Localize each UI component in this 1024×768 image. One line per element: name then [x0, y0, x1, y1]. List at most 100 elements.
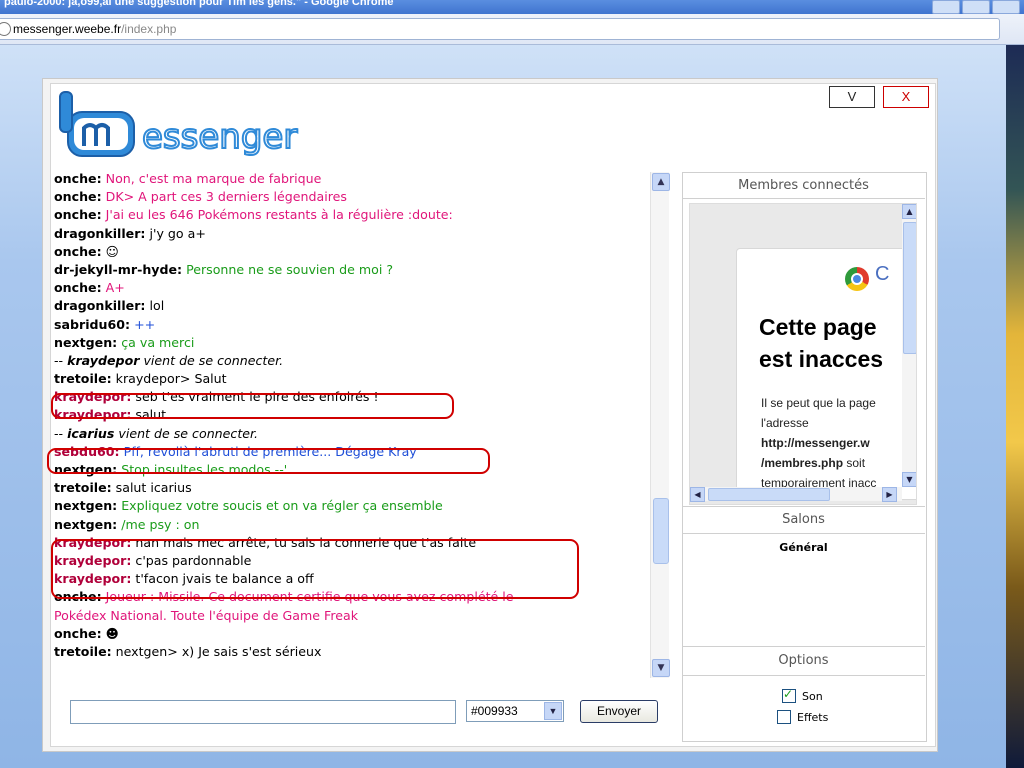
chat-message: nextgen: /me psy : on: [54, 516, 650, 534]
embedded-error-page: C Cette page est inacces Il se peut que …: [736, 248, 916, 500]
chat-text: ☻: [101, 625, 119, 641]
chat-nickname: onche:: [54, 189, 102, 205]
chat-nickname: nextgen:: [54, 516, 118, 532]
maximize-button[interactable]: [962, 0, 990, 14]
members-vscrollbar[interactable]: ▲ ▼: [902, 204, 916, 487]
effets-checkbox[interactable]: [777, 710, 791, 724]
chat-text: j'y go a+: [145, 225, 206, 241]
chat-message: Pokédex National. Toute l'équipe de Game…: [54, 607, 650, 625]
chat-nickname: tretoile:: [54, 480, 112, 496]
divider: [682, 198, 925, 199]
chat-text: lol: [145, 298, 165, 314]
minimize-button[interactable]: [932, 0, 960, 14]
option-effets[interactable]: Effets: [777, 710, 829, 725]
chat-message: onche: Non, c'est ma marque de fabrique: [54, 172, 650, 188]
son-checkbox[interactable]: [782, 687, 796, 703]
highlight-circle: [47, 448, 490, 474]
chat-system-user: kraydepor: [67, 352, 140, 368]
chat-message: tretoile: kraydepor> Salut: [54, 370, 650, 388]
error-body-line: l'adresse: [761, 416, 809, 430]
highlight-circle: [51, 539, 579, 599]
chat-message: onche: A+: [54, 279, 650, 297]
chat-log: onche: Non, c'est ma marque de fabrique o…: [54, 172, 650, 678]
chat-nickname: onche:: [54, 172, 102, 186]
chat-nickname: onche:: [54, 207, 102, 223]
chrome-brand-text: C: [875, 263, 890, 285]
url-path: /index.php: [121, 22, 177, 36]
error-body-line: soit: [843, 456, 866, 470]
chat-system-user: icarius: [67, 425, 115, 441]
chat-text: ++: [130, 316, 156, 332]
chat-message: onche: DK> A part ces 3 derniers légenda…: [54, 188, 650, 206]
page-info-icon[interactable]: [0, 21, 11, 36]
option-son[interactable]: Son: [782, 687, 823, 704]
chat-message: -- icarius vient de se connecter.: [54, 425, 259, 441]
salons-header: Salons: [782, 512, 825, 527]
chat-nickname: nextgen:: [54, 498, 118, 514]
message-input[interactable]: [70, 700, 456, 724]
minimize-messenger-button[interactable]: V: [829, 86, 875, 108]
chat-message: onche: ☻: [54, 625, 650, 643]
color-select-value: #009933: [471, 704, 518, 718]
chat-text: DK> A part ces 3 derniers légendaires: [101, 189, 347, 205]
chat-message: dragonkiller: j'y go a+: [54, 225, 650, 243]
scroll-right-arrow-icon[interactable]: ▶: [882, 487, 897, 502]
url-host: messenger.weebe.fr: [13, 22, 122, 36]
chat-nickname: onche:: [54, 625, 102, 641]
scroll-left-arrow-icon[interactable]: ◀: [690, 487, 705, 502]
chat-text: Pokédex National. Toute l'équipe de Game…: [54, 607, 358, 623]
messenger-logo: essenger: [59, 91, 298, 158]
close-window-button[interactable]: [992, 0, 1020, 14]
members-hscrollbar[interactable]: ◀ ▶: [690, 487, 902, 502]
salon-item-general[interactable]: Général: [682, 541, 925, 554]
members-hscroll-thumb[interactable]: [708, 488, 830, 501]
divider: [682, 675, 925, 676]
chat-message: tretoile: salut icarius: [54, 479, 650, 497]
scroll-up-arrow-icon[interactable]: ▲: [902, 204, 916, 219]
chat-message: sabridu60: ++: [54, 316, 650, 334]
divider: [682, 533, 925, 534]
scroll-down-arrow-icon[interactable]: ▼: [652, 659, 670, 677]
chat-message: -- kraydepor vient de se connecter.: [54, 352, 284, 368]
url-omnibox[interactable]: messenger.weebe.fr/index.php: [0, 18, 1000, 40]
send-button[interactable]: Envoyer: [580, 700, 658, 723]
chat-nickname: dr-jekyll-mr-hyde:: [54, 261, 183, 277]
chevron-down-icon[interactable]: ▼: [544, 702, 562, 720]
chat-text: A+: [101, 280, 125, 296]
error-headline-line2: est inacces: [759, 346, 884, 372]
window-controls: [932, 0, 1020, 14]
error-headline: Cette page est inacces: [759, 311, 916, 375]
options-header: Options: [778, 653, 829, 668]
members-vscroll-thumb[interactable]: [903, 222, 916, 354]
effets-label: Effets: [797, 711, 829, 724]
scroll-down-arrow-icon[interactable]: ▼: [902, 472, 916, 487]
son-label: Son: [802, 690, 823, 703]
members-header: Membres connectés: [738, 178, 869, 193]
chat-text: /me psy : on: [117, 516, 200, 532]
chat-message: dragonkiller: lol: [54, 297, 650, 315]
chat-nickname: nextgen:: [54, 334, 118, 350]
address-bar: messenger.weebe.fr/index.php: [0, 14, 1024, 45]
chat-message: onche: ☺: [54, 243, 650, 261]
chrome-logo-icon: [845, 267, 869, 291]
scroll-up-arrow-icon[interactable]: ▲: [652, 173, 670, 191]
chat-scroll-thumb[interactable]: [653, 498, 669, 564]
error-url-line: http://messenger.w: [761, 436, 870, 450]
chat-nickname: onche:: [54, 243, 102, 259]
svg-text:essenger: essenger: [142, 117, 297, 157]
chat-nickname: dragonkiller:: [54, 298, 146, 314]
close-messenger-button[interactable]: X: [883, 86, 929, 108]
highlight-circle: [51, 393, 454, 419]
color-select[interactable]: #009933 ▼: [466, 700, 564, 722]
chat-text: nextgen> x) Je sais s'est sérieux: [111, 643, 322, 659]
chat-text: ça va merci: [117, 334, 195, 350]
chat-text: Non, c'est ma marque de fabrique: [101, 172, 322, 186]
chat-nickname: dragonkiller:: [54, 225, 146, 241]
members-list[interactable]: C Cette page est inacces Il se peut que …: [689, 203, 917, 505]
chat-nickname: tretoile:: [54, 371, 112, 387]
divider: [682, 646, 925, 647]
chat-text: Expliquez votre soucis et on va régler ç…: [117, 498, 443, 514]
chat-message: dr-jekyll-mr-hyde: Personne ne se souvie…: [54, 261, 650, 279]
desktop-wallpaper-edge: [1006, 45, 1024, 768]
chat-scrollbar[interactable]: ▲ ▼: [650, 172, 670, 678]
